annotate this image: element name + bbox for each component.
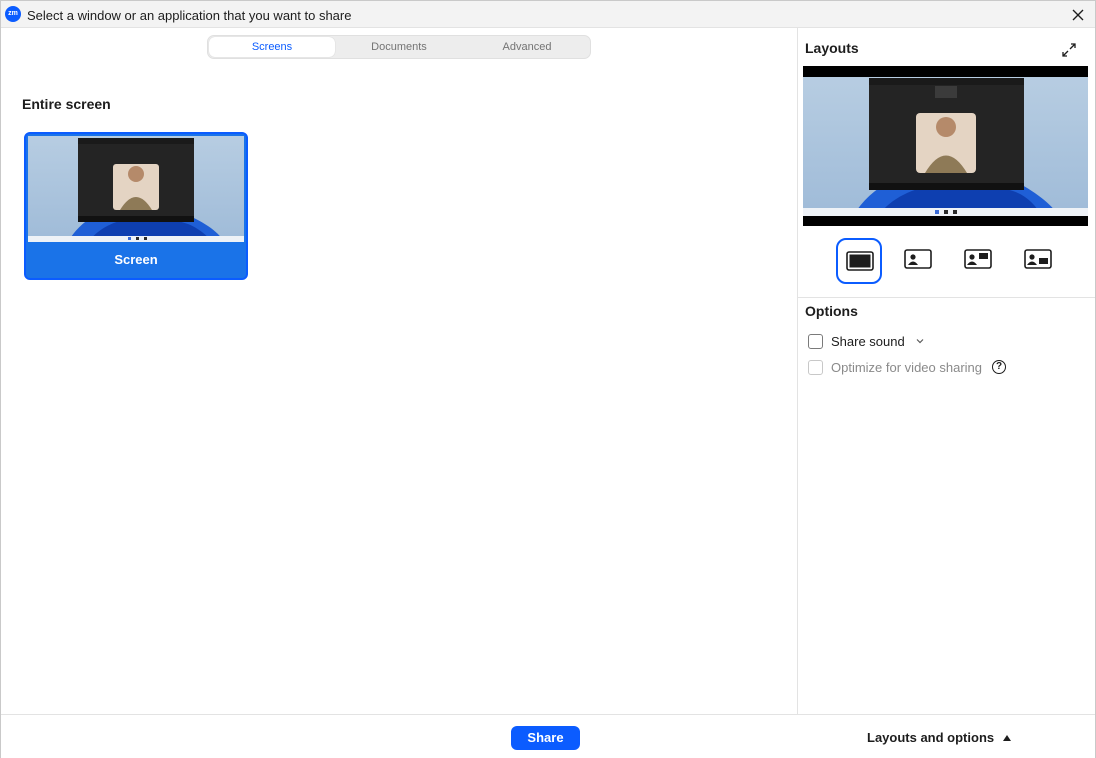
- screen-option-label: Screen: [26, 242, 246, 278]
- options-divider: [798, 297, 1095, 298]
- bottom-bar: Share Layouts and options: [1, 714, 1095, 758]
- title-bar: zm Select a window or an application tha…: [1, 1, 1095, 28]
- share-source-panel: Screens Documents Advanced Entire screen: [1, 28, 797, 714]
- layout-picture-in-picture-icon: [964, 249, 992, 269]
- layout-speaker-icon: [1024, 249, 1052, 269]
- layout-speaker-button[interactable]: [1016, 238, 1062, 284]
- screen-thumbnail: [28, 136, 244, 242]
- layouts-heading: Layouts: [805, 40, 859, 56]
- layout-screen-only-button[interactable]: [836, 238, 882, 284]
- tab-screens[interactable]: Screens: [209, 37, 335, 57]
- options-heading: Options: [805, 303, 858, 319]
- close-icon: [1072, 9, 1084, 21]
- screen-share-option[interactable]: Screen: [24, 132, 248, 280]
- layout-preview: [803, 66, 1088, 226]
- expand-icon: [1062, 43, 1076, 57]
- share-sound-option: Share sound: [808, 332, 925, 350]
- help-icon[interactable]: ?: [992, 360, 1007, 374]
- layout-side-by-side-icon: [904, 249, 932, 269]
- optimize-video-checkbox[interactable]: [808, 359, 823, 375]
- layout-preview-image: [803, 66, 1088, 226]
- share-sound-checkbox[interactable]: [808, 333, 823, 349]
- share-dialog-window: zm Select a window or an application tha…: [0, 0, 1096, 758]
- layouts-options-panel: Layouts Options Share sound Optimize for…: [798, 28, 1095, 714]
- entire-screen-heading: Entire screen: [22, 96, 111, 112]
- tab-advanced[interactable]: Advanced: [464, 37, 590, 57]
- share-sound-label[interactable]: Share sound: [831, 334, 905, 349]
- layouts-and-options-toggle[interactable]: Layouts and options: [867, 730, 1012, 745]
- window-title: Select a window or an application that y…: [27, 8, 352, 23]
- chevron-down-icon[interactable]: [915, 336, 925, 346]
- optimize-video-option: Optimize for video sharing ?: [808, 358, 1007, 376]
- zoom-app-icon: zm: [5, 6, 21, 22]
- share-button[interactable]: Share: [511, 726, 580, 750]
- optimize-video-label: Optimize for video sharing: [831, 359, 983, 375]
- close-button[interactable]: [1067, 4, 1089, 26]
- expand-preview-button[interactable]: [1060, 41, 1078, 59]
- caret-up-icon: [1003, 734, 1012, 741]
- share-tabs: Screens Documents Advanced: [207, 35, 591, 59]
- tab-documents[interactable]: Documents: [336, 37, 462, 57]
- layout-picture-in-picture-button[interactable]: [956, 238, 1002, 284]
- layouts-and-options-label: Layouts and options: [867, 730, 995, 745]
- layout-side-by-side-button[interactable]: [896, 238, 942, 284]
- layout-screen-only-icon: [846, 251, 874, 271]
